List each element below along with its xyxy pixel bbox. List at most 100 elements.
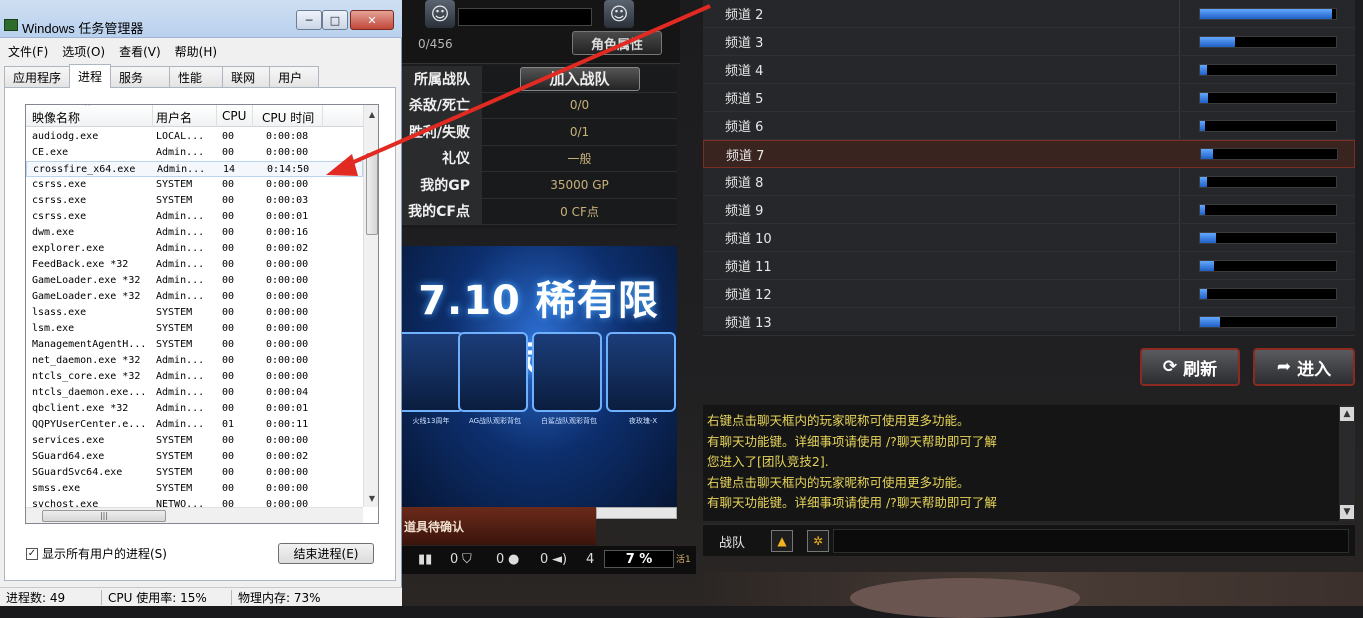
chat-channel-label[interactable]: 战队 [719, 532, 745, 551]
menu-options[interactable]: 选项(O) [62, 43, 105, 60]
scroll-up-icon[interactable]: ▲ [1340, 407, 1354, 421]
tab-processes[interactable]: 进程 [69, 64, 112, 88]
process-row[interactable]: ntcls_core.exe *32 Admin... 00 0:00:00 [26, 369, 363, 385]
process-name: net_daemon.exe *32 [32, 355, 141, 366]
role-attributes-button[interactable]: 角色属性 [572, 31, 662, 55]
process-row[interactable]: svchost.exe NETWO... 00 0:00:00 [26, 497, 363, 513]
process-row[interactable]: CE.exe Admin... 00 0:00:00 [26, 145, 363, 161]
process-row[interactable]: csrss.exe SYSTEM 00 0:00:03 [26, 193, 363, 209]
channel-row[interactable]: 频道 8 [703, 168, 1355, 196]
column-cpu[interactable]: CPU [222, 109, 246, 123]
refresh-button[interactable]: ⟳ 刷新 [1140, 348, 1240, 386]
process-user: SYSTEM [156, 195, 193, 206]
close-button[interactable]: ✕ [350, 10, 394, 30]
channel-row[interactable]: 频道 13 [703, 308, 1355, 336]
process-user: Admin... [156, 243, 205, 254]
column-image-name[interactable]: 映像名称 [32, 109, 80, 126]
scroll-up-icon[interactable]: ▲ [365, 107, 378, 121]
tab-networking[interactable]: 联网 [222, 66, 271, 88]
sort-ascending-icon: ^ [84, 104, 91, 111]
process-row[interactable]: audiodg.exe LOCAL... 00 0:00:08 [26, 129, 363, 145]
show-all-users-label[interactable]: 显示所有用户的进程(S) [42, 545, 167, 562]
promo-banner[interactable]: 7.10 稀有限定 火线13周年 AG战队观彩背包 白鲨战队观彩背包 夜玫瑰-X [400, 246, 677, 518]
process-row[interactable]: crossfire_x64.exe Admin... 14 0:14:50 [26, 161, 363, 177]
process-row[interactable]: lsm.exe SYSTEM 00 0:00:00 [26, 321, 363, 337]
process-row[interactable]: smss.exe SYSTEM 00 0:00:00 [26, 481, 363, 497]
chat-input[interactable] [833, 529, 1349, 553]
end-process-button[interactable]: 结束进程(E) [278, 543, 374, 564]
enter-label: 进入 [1297, 359, 1332, 380]
process-row[interactable]: SGuard64.exe SYSTEM 00 0:00:02 [26, 449, 363, 465]
tab-services[interactable]: 服务 [110, 66, 171, 88]
speaker-icon[interactable]: ◄) [552, 552, 567, 567]
channel-name: 频道 3 [725, 36, 764, 51]
promo-item[interactable]: 火线13周年 [400, 332, 464, 425]
channel-up-icon[interactable]: ▲ [771, 530, 793, 552]
channel-load-fill [1200, 232, 1217, 243]
process-row[interactable]: GameLoader.exe *32 Admin... 00 0:00:00 [26, 273, 363, 289]
process-row[interactable]: lsass.exe SYSTEM 00 0:00:00 [26, 305, 363, 321]
process-cpu-time: 0:00:02 [266, 451, 309, 462]
title-bar[interactable]: Windows 任务管理器 ─ □ ✕ [0, 0, 402, 38]
process-row[interactable]: ManagementAgentH... SYSTEM 00 0:00:00 [26, 337, 363, 353]
stat-row: 我的CF点 0 CF点 [400, 198, 677, 225]
scroll-down-icon[interactable]: ▼ [365, 491, 378, 505]
channel-row[interactable]: 频道 2 [703, 0, 1355, 28]
channel-row[interactable]: 频道 3 [703, 28, 1355, 56]
process-row[interactable]: explorer.exe Admin... 00 0:00:02 [26, 241, 363, 257]
process-row[interactable]: services.exe SYSTEM 00 0:00:00 [26, 433, 363, 449]
process-cpu: 00 [222, 355, 235, 366]
process-row[interactable]: FeedBack.exe *32 Admin... 00 0:00:00 [26, 257, 363, 273]
channel-load-fill [1200, 288, 1207, 299]
process-row[interactable]: ntcls_daemon.exe... Admin... 00 0:00:04 [26, 385, 363, 401]
stat-value: 4 [586, 552, 595, 567]
channel-row[interactable]: 频道 5 [703, 84, 1355, 112]
process-cpu-time: 0:00:00 [266, 291, 309, 302]
process-row[interactable]: dwm.exe Admin... 00 0:00:16 [26, 225, 363, 241]
smiley-icon-right[interactable]: ☺ [604, 0, 634, 28]
tab-users[interactable]: 用户 [269, 66, 320, 88]
smiley-icon[interactable]: ☺ [425, 0, 455, 28]
item-confirm-bar[interactable]: 道具待确认 [400, 507, 596, 545]
process-name: SGuardSvc64.exe [32, 467, 123, 478]
promo-item[interactable]: 夜玫瑰-X [606, 332, 676, 425]
activity-badge[interactable]: 活1 [676, 552, 691, 565]
channel-row[interactable]: 频道 11 [703, 252, 1355, 280]
process-row[interactable]: QQPYUserCenter.e... Admin... 01 0:00:11 [26, 417, 363, 433]
process-row[interactable]: csrss.exe Admin... 00 0:00:01 [26, 209, 363, 225]
join-team-button[interactable]: 加入战队 [519, 66, 640, 91]
webcam-overlay [700, 572, 1363, 618]
promo-item[interactable]: AG战队观彩背包 [458, 332, 528, 425]
channel-row[interactable]: 频道 4 [703, 56, 1355, 84]
vertical-scrollbar[interactable]: ▲ ▼ [363, 105, 378, 507]
tab-applications[interactable]: 应用程序 [4, 66, 71, 88]
channel-row[interactable]: 频道 6 [703, 112, 1355, 140]
scroll-down-icon[interactable]: ▼ [1340, 505, 1354, 519]
menu-file[interactable]: 文件(F) [8, 43, 48, 60]
column-user-name[interactable]: 用户名 [156, 109, 192, 126]
maximize-button[interactable]: □ [322, 10, 348, 30]
tab-performance[interactable]: 性能 [169, 66, 224, 88]
enter-button[interactable]: ➦ 进入 [1253, 348, 1355, 386]
promo-item[interactable]: 白鲨战队观彩背包 [532, 332, 602, 425]
process-row[interactable]: csrss.exe SYSTEM 00 0:00:00 [26, 177, 363, 193]
menu-view[interactable]: 查看(V) [119, 43, 161, 60]
process-row[interactable]: qbclient.exe *32 Admin... 00 0:00:01 [26, 401, 363, 417]
process-row[interactable]: GameLoader.exe *32 Admin... 00 0:00:00 [26, 289, 363, 305]
channel-row[interactable]: 频道 9 [703, 196, 1355, 224]
menu-help[interactable]: 帮助(H) [175, 43, 217, 60]
minimize-button[interactable]: ─ [296, 10, 322, 30]
column-cpu-time[interactable]: CPU 时间 [262, 109, 314, 126]
show-all-users-row[interactable]: ✓ 显示所有用户的进程(S) [26, 545, 167, 562]
mini-scrollbar[interactable] [596, 507, 677, 519]
channel-load-bar [1199, 175, 1337, 188]
channel-row[interactable]: 频道 12 [703, 280, 1355, 308]
process-row[interactable]: net_daemon.exe *32 Admin... 00 0:00:00 [26, 353, 363, 369]
settings-icon[interactable]: ✲ [807, 530, 829, 552]
show-all-users-checkbox[interactable]: ✓ [26, 547, 38, 560]
chat-scrollbar[interactable]: ▲ ▼ [1339, 405, 1355, 521]
process-row[interactable]: SGuardSvc64.exe SYSTEM 00 0:00:00 [26, 465, 363, 481]
channel-row[interactable]: 频道 10 [703, 224, 1355, 252]
scroll-thumb[interactable] [366, 153, 378, 235]
channel-row[interactable]: 频道 7 [703, 140, 1355, 168]
